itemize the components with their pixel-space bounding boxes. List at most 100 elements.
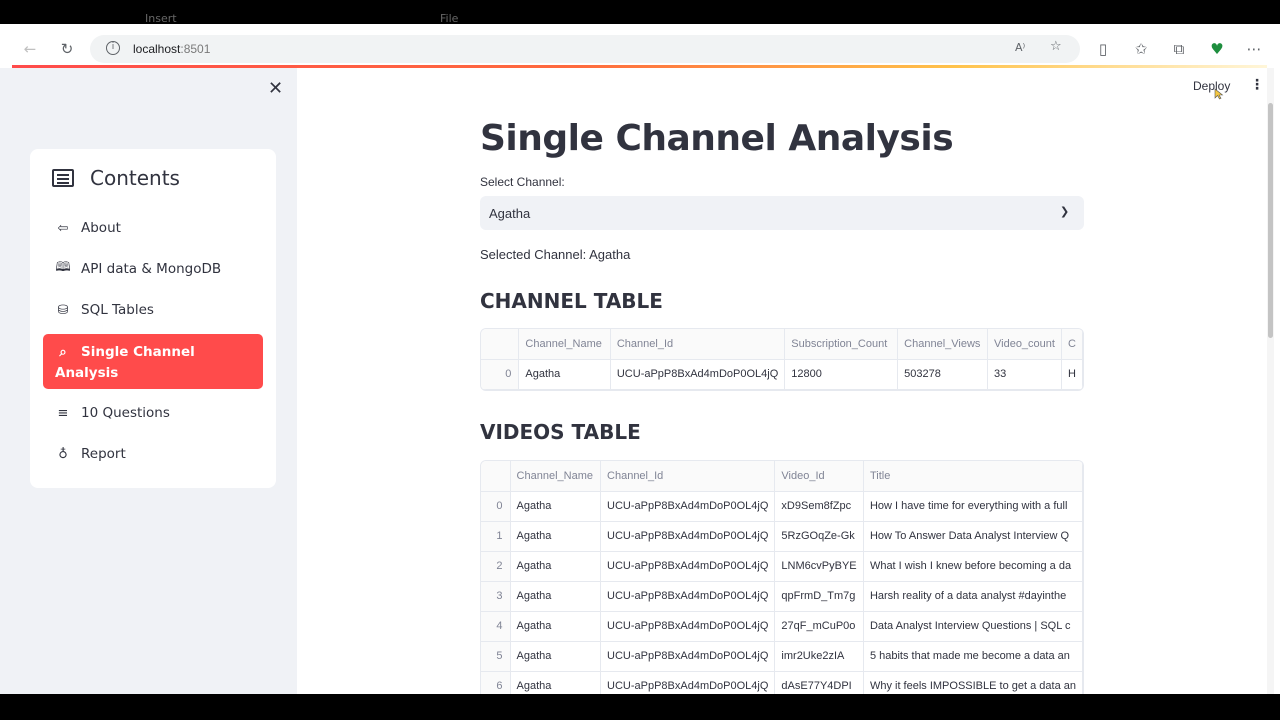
row-index: 5 xyxy=(481,641,511,672)
column-header[interactable]: Channel_Name xyxy=(510,461,602,492)
table-cell[interactable]: qpFrmD_Tm7g xyxy=(774,581,864,612)
row-index: 1 xyxy=(481,521,511,552)
browser-toolbar: ← ↻ i localhost:8501 A⁾ ☆ ▯ ✩ ⧉ ♥ ⋯ xyxy=(0,32,1280,66)
table-cell[interactable]: Agatha xyxy=(510,641,602,672)
table-row: 1 Agatha UCU-aPpP8BxAd4mDoP0OL4jQ 5RzGOqZe-… xyxy=(481,521,1083,552)
read-aloud-icon[interactable]: A⁾ xyxy=(1015,41,1025,54)
favorites-icon[interactable]: ✩ xyxy=(1129,37,1153,61)
table-cell[interactable]: 33 xyxy=(987,359,1062,390)
table-cell[interactable]: UCU-aPpP8BxAd4mDoP0OL4jQ xyxy=(600,641,776,672)
menu-item-about[interactable]: ⇦ About xyxy=(43,208,263,248)
channel-select[interactable]: Agatha ❯ xyxy=(480,196,1084,230)
page-scrollbar[interactable] xyxy=(1267,68,1274,694)
column-header[interactable]: C xyxy=(1061,329,1083,360)
table-cell[interactable]: 12800 xyxy=(784,359,899,390)
table-cell[interactable]: How To Answer Data Analyst Interview Q xyxy=(863,521,1083,552)
table-cell[interactable]: 27qF_mCuP0o xyxy=(774,611,864,642)
column-header[interactable] xyxy=(481,461,511,492)
address-bar[interactable]: i localhost:8501 A⁾ ☆ xyxy=(90,35,1080,63)
sidebar: ✕ Contents ⇦ About 🕮 API data & MongoDB … xyxy=(0,68,297,694)
column-header[interactable] xyxy=(481,329,520,360)
menu-item-report[interactable]: ♁ Report xyxy=(43,434,263,474)
table-cell[interactable]: Agatha xyxy=(510,671,602,694)
main-menu-icon[interactable]: ⋮ xyxy=(1250,77,1264,93)
table-cell[interactable]: Agatha xyxy=(510,581,602,612)
close-sidebar-icon[interactable]: ✕ xyxy=(268,78,283,99)
screen-top-border: Insert File xyxy=(0,0,1280,24)
table-cell[interactable]: 5 habits that made me become a data an xyxy=(863,641,1083,672)
chevron-down-icon: ❯ xyxy=(1060,205,1070,218)
menu-item-api-data[interactable]: 🕮 API data & MongoDB xyxy=(43,249,263,289)
table-cell[interactable]: Agatha xyxy=(518,359,611,390)
table-row: 4 Agatha UCU-aPpP8BxAd4mDoP0OL4jQ 27qF_mCuP… xyxy=(481,611,1083,642)
table-cell[interactable]: Agatha xyxy=(510,491,602,522)
table-cell[interactable]: What I wish I knew before becoming a da xyxy=(863,551,1083,582)
menu-list-icon xyxy=(52,169,74,187)
collections-icon[interactable]: ⧉ xyxy=(1167,37,1191,61)
table-cell[interactable]: 5RzGOqZe-Gk xyxy=(774,521,864,552)
row-index: 0 xyxy=(481,491,511,522)
column-header[interactable]: Title xyxy=(863,461,1083,492)
column-header[interactable]: Video_count xyxy=(987,329,1062,360)
table-cell[interactable]: UCU-aPpP8BxAd4mDoP0OL4jQ xyxy=(600,521,776,552)
back-icon[interactable]: ← xyxy=(18,37,42,61)
table-cell[interactable]: xD9Sem8fZpc xyxy=(774,491,864,522)
scrollbar-thumb[interactable] xyxy=(1268,103,1273,338)
table-cell[interactable]: How I have time for everything with a fu… xyxy=(863,491,1083,522)
menu-item-10-questions[interactable]: ≡ 10 Questions xyxy=(43,393,263,433)
table-cell[interactable]: LNM6cvPyBYE xyxy=(774,551,864,582)
table-cell[interactable]: UCU-aPpP8BxAd4mDoP0OL4jQ xyxy=(610,359,786,390)
column-header[interactable]: Subscription_Count xyxy=(784,329,899,360)
reload-icon[interactable]: ↻ xyxy=(55,37,79,61)
ghost-tab-label: Insert xyxy=(145,12,177,24)
row-index: 6 xyxy=(481,671,511,694)
table-cell[interactable]: UCU-aPpP8BxAd4mDoP0OL4jQ xyxy=(600,491,776,522)
table-row: 3 Agatha UCU-aPpP8BxAd4mDoP0OL4jQ qpFrmD_Tm… xyxy=(481,581,1083,612)
table-cell[interactable]: Data Analyst Interview Questions | SQL c xyxy=(863,611,1083,642)
table-cell[interactable]: Agatha xyxy=(510,551,602,582)
videos-table-body: 0 Agatha UCU-aPpP8BxAd4mDoP0OL4jQ xD9Sem8fZ… xyxy=(481,491,1083,694)
database-icon: ⛁ xyxy=(57,302,69,318)
select-value: Agatha xyxy=(489,206,531,221)
list-icon: ≡ xyxy=(57,405,69,421)
more-options-icon[interactable]: ⋯ xyxy=(1242,37,1266,61)
channel-table[interactable]: Channel_Name Channel_Id Subscription_Cou… xyxy=(480,328,1084,391)
menu-item-sql-tables[interactable]: ⛁ SQL Tables xyxy=(43,290,263,330)
menu-item-label: SQL Tables xyxy=(81,302,154,318)
table-row: 6 Agatha UCU-aPpP8BxAd4mDoP0OL4jQ dAsE77Y4D… xyxy=(481,671,1083,694)
table-cell[interactable]: Agatha xyxy=(510,521,602,552)
column-header[interactable]: Channel_Id xyxy=(610,329,786,360)
table-cell[interactable]: Why it feels IMPOSSIBLE to get a data an xyxy=(863,671,1083,694)
channel-table-heading: CHANNEL TABLE xyxy=(480,289,663,313)
site-info-icon[interactable]: i xyxy=(106,41,120,55)
column-header[interactable]: Channel_Name xyxy=(518,329,611,360)
book-icon: 🕮 xyxy=(55,260,71,275)
page-title: Single Channel Analysis xyxy=(480,118,954,159)
table-cell[interactable]: dAsE77Y4DPI xyxy=(774,671,864,694)
column-header[interactable]: Channel_Id xyxy=(600,461,776,492)
deploy-button[interactable]: Deploy xyxy=(1193,79,1230,93)
column-header[interactable]: Channel_Views xyxy=(897,329,988,360)
table-cell[interactable]: UCU-aPpP8BxAd4mDoP0OL4jQ xyxy=(600,581,776,612)
arrow-left-icon: ⇦ xyxy=(57,220,69,236)
table-cell[interactable]: Agatha xyxy=(510,611,602,642)
column-header[interactable]: Video_Id xyxy=(774,461,864,492)
favorite-star-icon[interactable]: ☆ xyxy=(1050,39,1062,54)
table-cell[interactable]: H xyxy=(1061,359,1083,390)
table-cell[interactable]: UCU-aPpP8BxAd4mDoP0OL4jQ xyxy=(600,671,776,694)
url-text[interactable]: localhost:8501 xyxy=(133,42,210,56)
table-cell[interactable]: 503278 xyxy=(897,359,988,390)
main-area: Deploy ⋮ Single Channel Analysis Select … xyxy=(297,68,1270,694)
videos-table-heading: VIDEOS TABLE xyxy=(480,420,641,444)
screen-bottom-border xyxy=(0,694,1280,720)
table-cell[interactable]: Harsh reality of a data analyst #dayinth… xyxy=(863,581,1083,612)
table-cell[interactable]: UCU-aPpP8BxAd4mDoP0OL4jQ xyxy=(600,611,776,642)
menu-item-label: About xyxy=(81,220,121,236)
split-screen-icon[interactable]: ▯ xyxy=(1091,37,1115,61)
table-cell[interactable]: UCU-aPpP8BxAd4mDoP0OL4jQ xyxy=(600,551,776,582)
selected-channel-text: Selected Channel: Agatha xyxy=(480,247,631,262)
table-cell[interactable]: imr2Uke2zIA xyxy=(774,641,864,672)
browser-essentials-icon[interactable]: ♥ xyxy=(1205,37,1229,61)
menu-item-single-channel-analysis[interactable]: ⌕ Single Channel Analysis xyxy=(43,334,263,389)
videos-table[interactable]: Channel_Name Channel_Id Video_Id Title 0… xyxy=(480,460,1084,694)
